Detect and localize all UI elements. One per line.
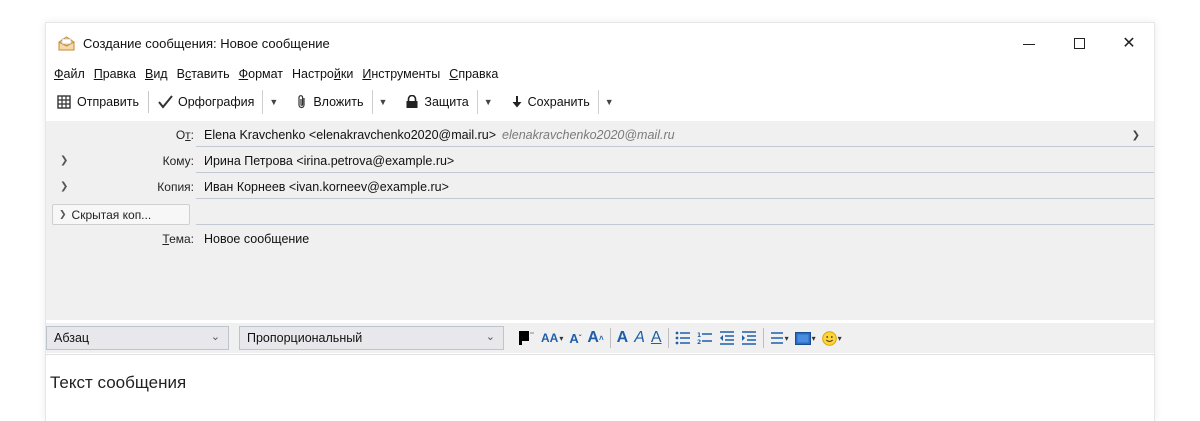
compose-envelope-icon <box>58 35 76 51</box>
from-row: От: Elena Kravchenko <elenakravchenko202… <box>46 123 1154 149</box>
paragraph-format-value: Абзац <box>54 331 90 345</box>
chevron-down-icon[interactable]: ❯ <box>60 155 68 166</box>
font-value: Пропорциональный <box>247 331 363 345</box>
chevron-down-icon: ⌄ <box>210 331 220 343</box>
from-label: От: <box>175 128 194 142</box>
font-select[interactable]: Пропорциональный ⌄ <box>239 326 504 350</box>
title-bar: Создание сообщения: Новое сообщение ✕ <box>46 23 1154 63</box>
format-divider <box>609 328 611 348</box>
spelling-button[interactable]: Орфография <box>156 89 256 115</box>
format-divider <box>762 328 764 348</box>
chevron-down-icon: ❯ <box>59 209 67 219</box>
compose-window: Создание сообщения: Новое сообщение ✕ Фа… <box>45 22 1155 421</box>
send-label: Отправить <box>77 95 139 109</box>
address-fields: От: Elena Kravchenko <elenakravchenko202… <box>46 121 1154 320</box>
bcc-row: ❯ Скрытая коп... <box>46 201 1154 227</box>
lock-icon <box>405 95 419 109</box>
chevron-down-icon[interactable]: ❯ <box>1132 130 1140 141</box>
bcc-label: Скрытая коп... <box>71 207 152 222</box>
menu-format[interactable]: Формат <box>239 66 283 82</box>
cc-field[interactable]: Иван Корнеев <ivan.korneev@example.ru> <box>196 177 1154 199</box>
subject-row: Тема: Новое сообщение <box>46 227 1154 253</box>
toolbar-divider <box>147 91 149 113</box>
minimize-button[interactable] <box>1004 23 1054 63</box>
to-row: ❯ Кому: Ирина Петрова <irina.petrova@exa… <box>46 149 1154 175</box>
security-button[interactable]: Защита <box>403 89 470 115</box>
window-title: Создание сообщения: Новое сообщение <box>83 35 330 51</box>
download-arrow-icon <box>511 95 523 109</box>
text-color-icon[interactable] <box>514 326 538 350</box>
bcc-button[interactable]: ❯ Скрытая коп... <box>52 204 190 225</box>
italic-icon[interactable]: A <box>631 326 648 350</box>
svg-text:2: 2 <box>697 339 701 345</box>
to-label[interactable]: Кому: <box>163 154 194 168</box>
bcc-field[interactable] <box>196 203 1154 225</box>
message-body-text: Текст сообщения <box>50 373 187 392</box>
attach-label: Вложить <box>313 95 364 109</box>
underline-icon[interactable]: A <box>648 326 665 350</box>
save-button[interactable]: Сохранить <box>509 89 592 115</box>
from-select[interactable]: Elena Kravchenko <elenakravchenko2020@ma… <box>196 125 1154 147</box>
to-field[interactable]: Ирина Петрова <irina.petrova@example.ru> <box>196 151 1154 173</box>
outdent-icon[interactable] <box>716 326 738 350</box>
checkmark-icon <box>158 95 173 109</box>
security-dropdown[interactable]: ▼ <box>476 90 499 114</box>
smiley-icon[interactable]: ▾ <box>819 326 845 350</box>
compose-toolbar: Отправить Орфография ▼ Вложить ▼ Защита … <box>46 85 1154 119</box>
save-label: Сохранить <box>527 95 590 109</box>
increase-font-size-icon[interactable]: A ˄ <box>584 326 606 350</box>
attach-button[interactable]: Вложить <box>294 89 365 115</box>
menu-bar: Файл Правка Вид Вставить Формат Настройк… <box>46 63 1154 85</box>
format-toolbar: Абзац ⌄ Пропорциональный ⌄ AA ▾ Aˇ A ˄ A A… <box>46 323 1154 353</box>
menu-tools[interactable]: Инструменты <box>362 66 440 82</box>
menu-help[interactable]: Справка <box>449 66 498 82</box>
message-body[interactable]: Текст сообщения <box>46 354 1154 421</box>
maximize-button[interactable] <box>1054 23 1104 63</box>
menu-options[interactable]: Настройки <box>292 66 353 82</box>
cc-row: ❯ Копия: Иван Корнеев <ivan.korneev@exam… <box>46 175 1154 201</box>
paragraph-format-select[interactable]: Абзац ⌄ <box>46 326 229 350</box>
cc-label[interactable]: Копия: <box>157 180 194 194</box>
svg-text:1: 1 <box>697 332 701 339</box>
close-button[interactable]: ✕ <box>1104 23 1154 63</box>
paperclip-icon <box>296 94 308 110</box>
from-identity: elenakravchenko2020@mail.ru <box>502 128 675 142</box>
send-button[interactable]: Отправить <box>54 89 141 115</box>
bullet-list-icon[interactable] <box>672 326 694 350</box>
chevron-down-icon[interactable]: ❯ <box>60 181 68 192</box>
subject-label: Тема: <box>162 232 194 246</box>
spelling-label: Орфография <box>177 95 255 109</box>
menu-file[interactable]: Файл <box>54 66 85 82</box>
attach-dropdown[interactable]: ▼ <box>371 90 394 114</box>
numbered-list-icon[interactable]: 12 <box>694 326 716 350</box>
subject-field[interactable]: Новое сообщение <box>196 229 1154 251</box>
indent-icon[interactable] <box>738 326 760 350</box>
decrease-font-size-icon[interactable]: Aˇ <box>566 326 584 350</box>
chevron-down-icon: ⌄ <box>485 331 495 343</box>
spelling-dropdown[interactable]: ▼ <box>262 90 284 114</box>
window-controls: ✕ <box>1004 23 1154 63</box>
send-icon <box>56 94 72 110</box>
insert-image-icon[interactable]: ▾ <box>792 326 819 350</box>
save-dropdown[interactable]: ▼ <box>597 90 620 114</box>
format-divider <box>667 328 669 348</box>
format-icons: AA ▾ Aˇ A ˄ A A A 12 ▾ ▾ ▾ <box>514 326 845 350</box>
menu-insert[interactable]: Вставить <box>177 66 230 82</box>
from-value: Elena Kravchenko <elenakravchenko2020@ma… <box>204 128 497 142</box>
menu-view[interactable]: Вид <box>145 66 168 82</box>
security-label: Защита <box>424 95 469 109</box>
font-size-icon[interactable]: AA ▾ <box>538 326 566 350</box>
minimize-icon <box>1023 43 1035 45</box>
bold-icon[interactable]: A <box>614 326 632 350</box>
align-icon[interactable]: ▾ <box>767 326 792 350</box>
menu-edit[interactable]: Правка <box>94 66 136 82</box>
maximize-icon <box>1073 37 1085 49</box>
